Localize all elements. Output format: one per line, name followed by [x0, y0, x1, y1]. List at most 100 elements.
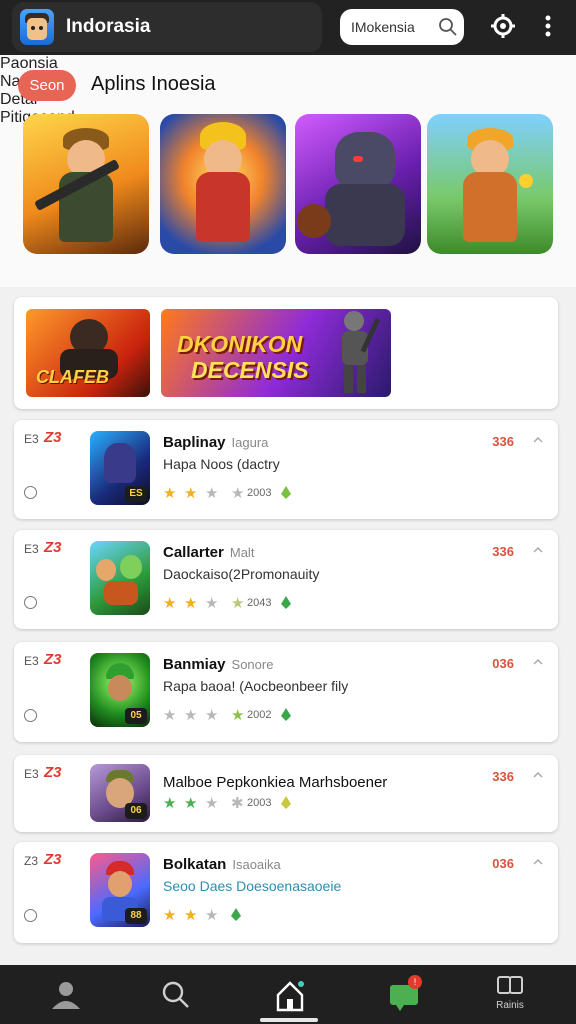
- star-icon: ★: [163, 485, 177, 502]
- star-icon: ★: [184, 907, 198, 924]
- rank-flag: Z3: [44, 651, 62, 668]
- rank-flag: Z3: [44, 539, 62, 556]
- select-radio[interactable]: [24, 709, 37, 722]
- select-radio[interactable]: [24, 486, 37, 499]
- game-thumbnail: 06: [90, 764, 150, 822]
- price: 336: [492, 434, 514, 449]
- price: 336: [492, 769, 514, 784]
- featured-game-1[interactable]: [23, 114, 149, 254]
- thumb-tag: 88: [125, 908, 147, 924]
- app-title: Indorasia: [66, 16, 151, 37]
- game-subtitle: Iagura: [231, 435, 269, 450]
- game-thumbnail: [90, 541, 150, 615]
- rating-count: 2002: [247, 709, 272, 721]
- chevron-up-icon[interactable]: [532, 656, 544, 668]
- app-brand[interactable]: Indorasia: [12, 2, 322, 52]
- star-icon: ★: [163, 795, 177, 812]
- app-logo: [20, 9, 54, 45]
- search-input[interactable]: IMokensia: [340, 9, 464, 45]
- leaf-icon: [281, 486, 291, 499]
- star-icon: ★: [205, 595, 219, 612]
- list-item[interactable]: E3 Z3 06 Malboe Pepkonkiea Marhsboener ★…: [14, 755, 558, 832]
- banner-art-left: CLAFEB: [26, 309, 150, 397]
- section-badge[interactable]: Seon: [18, 70, 76, 101]
- game-name-row: Banmiay Sonore: [163, 656, 273, 673]
- star-icon: ★: [163, 707, 177, 724]
- chevron-up-icon[interactable]: [532, 434, 544, 446]
- price: 036: [492, 656, 514, 671]
- featured-game-3[interactable]: [295, 114, 421, 254]
- featured-game-4[interactable]: [427, 114, 553, 254]
- library-icon[interactable]: [490, 973, 530, 999]
- bottom-navigation: ! Rainis: [0, 965, 576, 1024]
- rank-number: E3: [24, 542, 39, 556]
- home-indicator: [260, 1018, 318, 1022]
- game-thumbnail: 88: [90, 853, 150, 927]
- game-name-row: Bolkatan Isaoaika: [163, 856, 281, 873]
- leaf-icon: [281, 796, 291, 809]
- game-thumbnail: 05: [90, 653, 150, 727]
- rating-count: 2003: [247, 487, 272, 499]
- banner-left-text: CLAFEB: [36, 367, 109, 387]
- gear-icon[interactable]: [490, 13, 516, 39]
- star-icon: ★: [231, 485, 245, 502]
- game-subtitle: Sonore: [231, 657, 274, 672]
- game-name: Callarter: [163, 544, 224, 561]
- rank-number: Z3: [24, 854, 39, 868]
- star-icon: ★: [184, 595, 198, 612]
- home-icon[interactable]: [270, 977, 310, 1013]
- star-icon: ★: [205, 795, 219, 812]
- thumb-tag: ES: [125, 486, 147, 502]
- price: 336: [492, 544, 514, 559]
- banner-title-line2: DECENSIS: [191, 357, 309, 383]
- thumb-tag: 06: [125, 803, 147, 819]
- featured-section: Seon Aplins Inoesia Paonsia Detai: [0, 55, 576, 287]
- rank-flag: Z3: [44, 429, 62, 446]
- search-nav-icon[interactable]: [156, 977, 196, 1013]
- star-icon: ★: [205, 707, 219, 724]
- notification-badge: !: [408, 975, 422, 989]
- game-description: Daockaiso(2Promonauity: [163, 566, 320, 582]
- game-art: [160, 114, 286, 254]
- star-icon: ★: [205, 907, 219, 924]
- leaf-icon: [231, 908, 241, 921]
- select-radio[interactable]: [24, 596, 37, 609]
- game-description: Rapa baoa! (Aocbeonbeer fily: [163, 678, 349, 694]
- chevron-up-icon[interactable]: [532, 544, 544, 556]
- profile-icon[interactable]: [46, 977, 86, 1013]
- list-item[interactable]: E3 Z3 Callarter Malt Daockaiso(2Promonaui…: [14, 530, 558, 629]
- game-name: Baplinay: [163, 434, 226, 451]
- game-art: [295, 114, 421, 254]
- rating-count: 2003: [247, 797, 272, 809]
- list-item[interactable]: E3 Z3 ES Baplinay Iagura Hapa Noos (dactr…: [14, 420, 558, 519]
- top-app-bar: Indorasia IMokensia: [0, 0, 576, 55]
- chevron-up-icon[interactable]: [532, 769, 544, 781]
- chevron-up-icon[interactable]: [532, 856, 544, 868]
- section-title: Aplins Inoesia: [91, 73, 216, 95]
- game-name-row: Baplinay Iagura: [163, 434, 268, 451]
- thumb-tag: 05: [125, 708, 147, 724]
- rating-count: 2043: [247, 597, 272, 609]
- select-radio[interactable]: [24, 909, 37, 922]
- rank-flag: Z3: [44, 764, 62, 781]
- rank-number: E3: [24, 654, 39, 668]
- more-options-icon[interactable]: [540, 14, 556, 38]
- search-text: IMokensia: [351, 19, 415, 35]
- star-icon: ★: [184, 795, 198, 812]
- price: 036: [492, 856, 514, 871]
- banner-title-line1: DKONIKON: [177, 331, 303, 357]
- star-icon: ★: [231, 707, 245, 724]
- leaf-icon: [281, 596, 291, 609]
- star-icon: ★: [163, 907, 177, 924]
- game-name-row: Callarter Malt: [163, 544, 254, 561]
- rank-number: E3: [24, 432, 39, 446]
- featured-game-2[interactable]: [160, 114, 286, 254]
- promo-banner[interactable]: CLAFEB DKONIKON DECENSIS: [14, 297, 558, 409]
- star-icon: ★: [184, 707, 198, 724]
- search-icon: [439, 18, 457, 36]
- list-item[interactable]: E3 Z3 05 Banmiay Sonore Rapa baoa! (Aocbe…: [14, 642, 558, 742]
- game-subtitle: Isaoaika: [232, 857, 281, 872]
- knight-figure: [342, 311, 381, 393]
- nav-label: Rainis: [496, 1000, 524, 1011]
- list-item[interactable]: Z3 Z3 88 Bolkatan Isaoaika Seoo Daes Does…: [14, 842, 558, 943]
